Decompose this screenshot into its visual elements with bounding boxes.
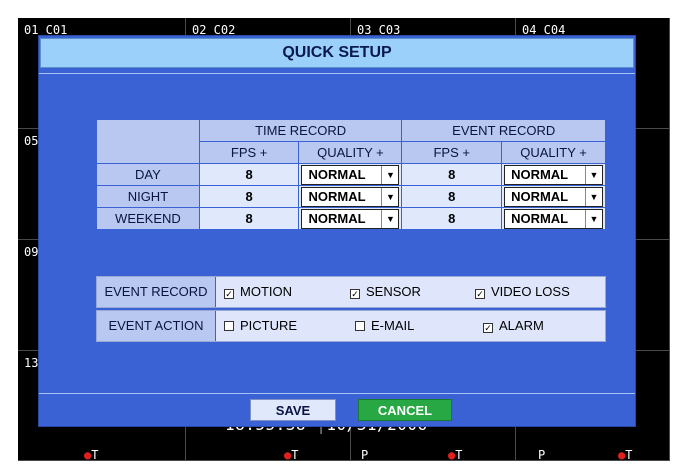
video-loss-checkbox[interactable]: ✓ VIDEO LOSS	[475, 277, 570, 307]
record-indicator: ●T	[448, 448, 463, 461]
checkbox-unchecked-icon[interactable]	[224, 321, 234, 331]
dropdown-arrow-icon[interactable]: ▼	[381, 165, 399, 184]
record-indicator: ●T	[84, 448, 99, 461]
pause-indicator: P	[361, 448, 369, 461]
channel-label: 01 C01	[24, 23, 68, 37]
quality-select[interactable]: NORMAL ▼	[504, 186, 603, 207]
save-button[interactable]: SAVE	[250, 399, 336, 421]
event-action-panel: EVENT ACTION PICTURE E-MAIL ✓ ALARM	[96, 310, 606, 342]
picture-checkbox[interactable]: PICTURE	[224, 311, 297, 341]
divider	[39, 393, 635, 394]
cancel-button[interactable]: CANCEL	[358, 399, 452, 421]
divider	[39, 73, 635, 74]
email-checkbox[interactable]: E-MAIL	[355, 311, 414, 341]
channel-label: 13	[24, 356, 39, 370]
alarm-checkbox[interactable]: ✓ ALARM	[483, 311, 544, 341]
fps-column-header[interactable]: FPS +	[401, 141, 503, 164]
record-indicator: ●T	[618, 448, 633, 461]
channel-label: 05	[24, 134, 39, 148]
quality-select[interactable]: NORMAL ▼	[504, 208, 603, 229]
checkbox-checked-icon[interactable]: ✓	[483, 323, 493, 333]
dropdown-arrow-icon[interactable]: ▼	[585, 209, 602, 228]
checkbox-checked-icon[interactable]: ✓	[350, 289, 360, 299]
fps-value[interactable]: 8	[198, 207, 300, 230]
channel-label: 04 C04	[522, 23, 566, 37]
quick-setup-dialog: QUICK SETUP TIME RECORD EVENT RECORD FPS…	[39, 36, 635, 426]
dropdown-arrow-icon[interactable]: ▼	[381, 209, 399, 228]
dropdown-arrow-icon[interactable]: ▼	[585, 187, 602, 206]
channel-label: 09	[24, 245, 39, 259]
event-action-label: EVENT ACTION	[97, 311, 216, 341]
row-label: DAY	[96, 163, 200, 186]
fps-value[interactable]: 8	[198, 185, 300, 208]
table-corner	[96, 119, 200, 164]
fps-column-header[interactable]: FPS +	[198, 141, 300, 164]
pause-indicator: P	[538, 448, 546, 461]
checkbox-unchecked-icon[interactable]	[355, 321, 365, 331]
row-label: WEEKEND	[96, 207, 200, 230]
channel-label: 02 C02	[192, 23, 236, 37]
table-row: NIGHT 8 NORMAL ▼ 8 NORMAL ▼	[96, 185, 606, 208]
event-record-label: EVENT RECORD	[97, 277, 216, 307]
record-indicator: ●T	[284, 448, 299, 461]
dialog-title: QUICK SETUP	[40, 38, 634, 68]
quality-select[interactable]: NORMAL ▼	[301, 186, 400, 207]
quality-column-header[interactable]: QUALITY +	[501, 141, 606, 164]
event-record-panel: EVENT RECORD ✓ MOTION ✓ SENSOR ✓ VIDEO LOSS	[96, 276, 606, 308]
quality-select[interactable]: NORMAL ▼	[301, 164, 400, 185]
dropdown-arrow-icon[interactable]: ▼	[381, 187, 399, 206]
checkbox-checked-icon[interactable]: ✓	[224, 289, 234, 299]
sensor-checkbox[interactable]: ✓ SENSOR	[350, 277, 421, 307]
fps-value[interactable]: 8	[401, 185, 503, 208]
motion-checkbox[interactable]: ✓ MOTION	[224, 277, 292, 307]
fps-value[interactable]: 8	[198, 163, 300, 186]
quality-column-header[interactable]: QUALITY +	[298, 141, 403, 164]
checkbox-checked-icon[interactable]: ✓	[475, 289, 485, 299]
time-record-header: TIME RECORD	[198, 119, 403, 142]
fps-value[interactable]: 8	[401, 207, 503, 230]
table-row: WEEKEND 8 NORMAL ▼ 8 NORMAL ▼	[96, 207, 606, 230]
fps-value[interactable]: 8	[401, 163, 503, 186]
event-record-header: EVENT RECORD	[401, 119, 606, 142]
dropdown-arrow-icon[interactable]: ▼	[585, 165, 602, 184]
channel-label: 03 C03	[357, 23, 401, 37]
row-label: NIGHT	[96, 185, 200, 208]
quality-select[interactable]: NORMAL ▼	[504, 164, 603, 185]
quality-select[interactable]: NORMAL ▼	[301, 208, 400, 229]
table-row: DAY 8 NORMAL ▼ 8 NORMAL ▼	[96, 163, 606, 186]
record-settings-table: TIME RECORD EVENT RECORD FPS + QUALITY +…	[96, 119, 606, 230]
